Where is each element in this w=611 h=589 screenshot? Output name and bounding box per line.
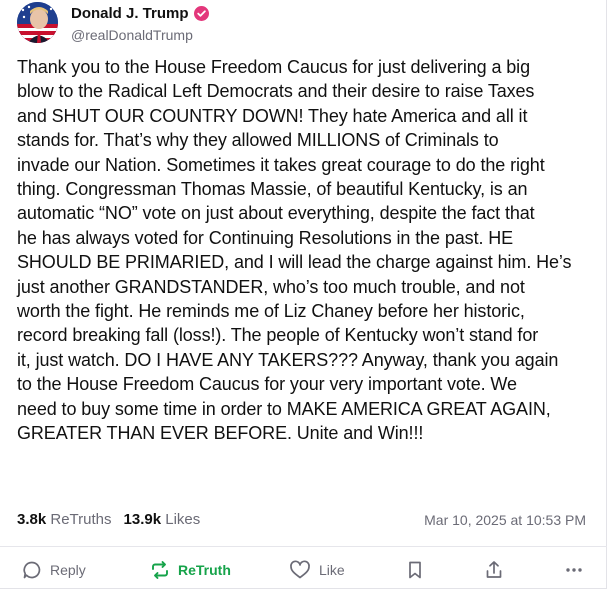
bookmark-icon: [406, 560, 424, 580]
reply-button[interactable]: Reply: [22, 560, 86, 580]
bookmark-button[interactable]: [406, 560, 424, 580]
post-body-line: and SHUT OUR COUNTRY DOWN! They hate Ame…: [17, 105, 528, 126]
post-body-line: record breaking fall (loss!). The people…: [17, 325, 539, 346]
post-stats: 3.8k ReTruths 13.9k Likes: [17, 511, 200, 528]
post-body-line: stands for. That’s why they allowed MILL…: [17, 130, 499, 151]
post-body-line: blow to the Radical Left Democrats and t…: [17, 81, 535, 102]
retruths-label: ReTruths: [50, 511, 112, 528]
post-body-line: just another GRANDSTANDER, who’s too muc…: [17, 276, 525, 297]
likes-stat[interactable]: 13.9k Likes: [124, 511, 201, 528]
post-body-line: GREATER THAN EVER BEFORE. Unite and Win!…: [17, 423, 424, 444]
like-button[interactable]: Like: [289, 560, 345, 580]
author-handle[interactable]: @realDonaldTrump: [71, 27, 193, 43]
likes-count: 13.9k: [123, 511, 162, 528]
share-icon: [484, 560, 504, 580]
likes-label: Likes: [165, 511, 201, 528]
author-name-text[interactable]: Donald J. Trump: [71, 5, 189, 22]
post-card: Donald J. Trump @realDonaldTrump Thank y…: [0, 0, 607, 589]
post-body: Thank you to the House Freedom Caucus fo…: [17, 55, 602, 446]
like-label: Like: [319, 562, 345, 578]
post-body-line: automatic “NO” vote on just about everyt…: [17, 203, 535, 224]
post-body-line: Thank you to the House Freedom Caucus fo…: [17, 57, 530, 77]
retruths-count: 3.8k: [17, 511, 47, 528]
retruth-label: ReTruth: [178, 562, 231, 578]
divider: [0, 546, 607, 547]
post-body-line: worth the fight. He reminds me of Liz Ch…: [17, 301, 525, 322]
post-body-line: need to buy some time in order to MAKE A…: [17, 398, 551, 419]
share-button[interactable]: [484, 560, 504, 580]
retruth-icon: [150, 560, 170, 580]
avatar[interactable]: [17, 2, 58, 43]
author-display-name[interactable]: Donald J. Trump: [71, 5, 209, 22]
like-icon: [289, 560, 311, 580]
post-timestamp[interactable]: Mar 10, 2025 at 10:53 PM: [424, 512, 586, 528]
post-body-line: thing. Congressman Thomas Massie, of bea…: [17, 179, 528, 200]
more-icon: [564, 560, 584, 580]
retruths-stat[interactable]: 3.8k ReTruths: [17, 511, 112, 528]
verified-badge-icon: [193, 6, 209, 21]
post-body-line: it, just watch. DO I HAVE ANY TAKERS??? …: [17, 349, 559, 370]
post-body-line: to the House Freedom Caucus for your ver…: [17, 374, 517, 395]
avatar-image: [17, 2, 58, 43]
post-body-line: he has always voted for Continuing Resol…: [17, 227, 514, 248]
post-body-line: invade our Nation. Sometimes it takes gr…: [17, 154, 545, 175]
post-body-line: SHOULD BE PRIMARIED, and I will lead the…: [17, 252, 572, 273]
reply-icon: [22, 560, 42, 580]
more-options-button[interactable]: [564, 560, 584, 580]
retruth-button[interactable]: ReTruth: [150, 560, 231, 580]
reply-label: Reply: [50, 562, 86, 578]
